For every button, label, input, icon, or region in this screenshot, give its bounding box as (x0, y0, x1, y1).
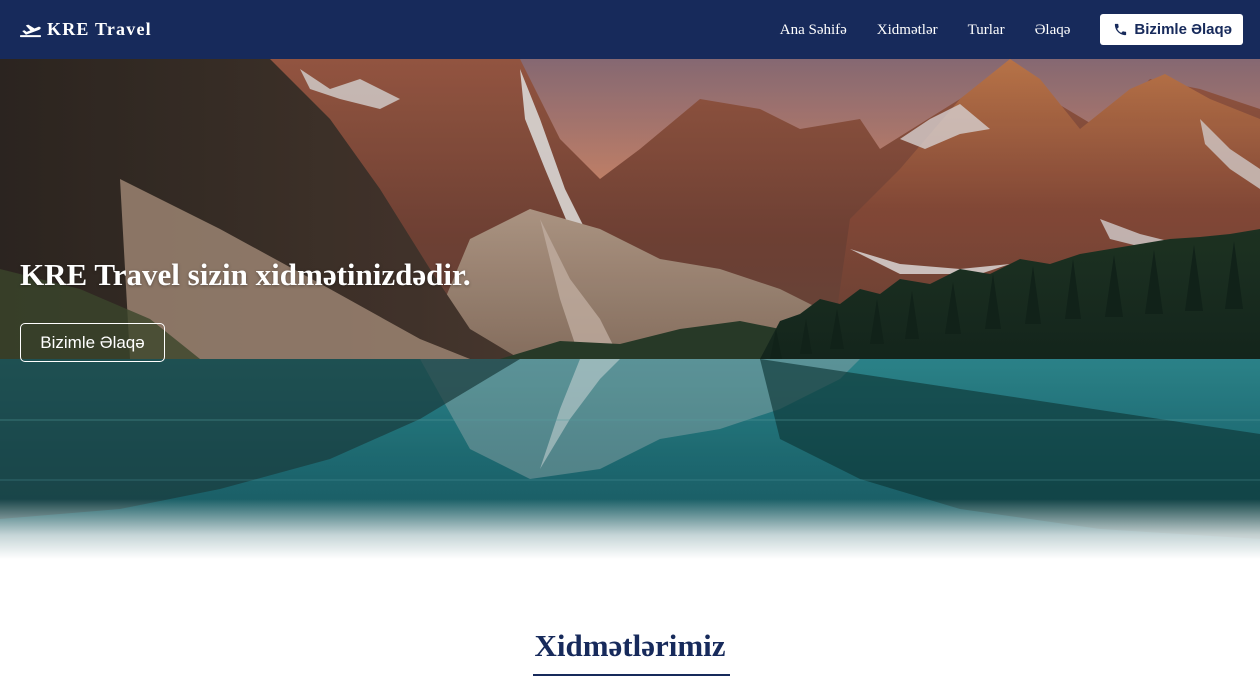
services-title-underline (533, 674, 730, 676)
navbar: KRE Travel Ana Səhifə Xidmətlər Turlar Ə… (0, 0, 1260, 59)
nav-contact-button[interactable]: Bizimle Əlaqə (1100, 14, 1243, 45)
nav-item-contact: Əlaqə (1035, 21, 1071, 39)
nav-menu: Ana Səhifə Xidmətlər Turlar Əlaqə (780, 21, 1101, 39)
phone-icon (1115, 23, 1127, 36)
nav-item-services: Xidmətlər (877, 21, 938, 39)
nav-item-home: Ana Səhifə (780, 21, 847, 39)
nav-link-contact[interactable]: Əlaqə (1035, 22, 1071, 38)
hero-bottom-fade (0, 499, 1260, 559)
hero-section: KRE Travel sizin xidmətinizdədir. Biziml… (0, 59, 1260, 559)
brand-logo[interactable]: KRE Travel (20, 19, 152, 40)
brand-name: KRE Travel (47, 19, 152, 39)
airplane-takeoff-icon (20, 24, 41, 37)
hero-contact-button[interactable]: Bizimle Əlaqə (20, 323, 165, 362)
nav-contact-label: Bizimle Əlaqə (1134, 21, 1232, 38)
nav-link-tours[interactable]: Turlar (968, 22, 1005, 38)
nav-right: Ana Səhifə Xidmətlər Turlar Əlaqə Biziml… (780, 14, 1243, 45)
services-title: Xidmətlərimiz (534, 628, 726, 663)
hero-title: KRE Travel sizin xidmətinizdədir. (20, 257, 471, 292)
nav-link-home[interactable]: Ana Səhifə (780, 22, 847, 38)
hero-overlay (0, 59, 1260, 559)
nav-link-services[interactable]: Xidmətlər (877, 22, 938, 38)
nav-item-tours: Turlar (968, 21, 1005, 39)
